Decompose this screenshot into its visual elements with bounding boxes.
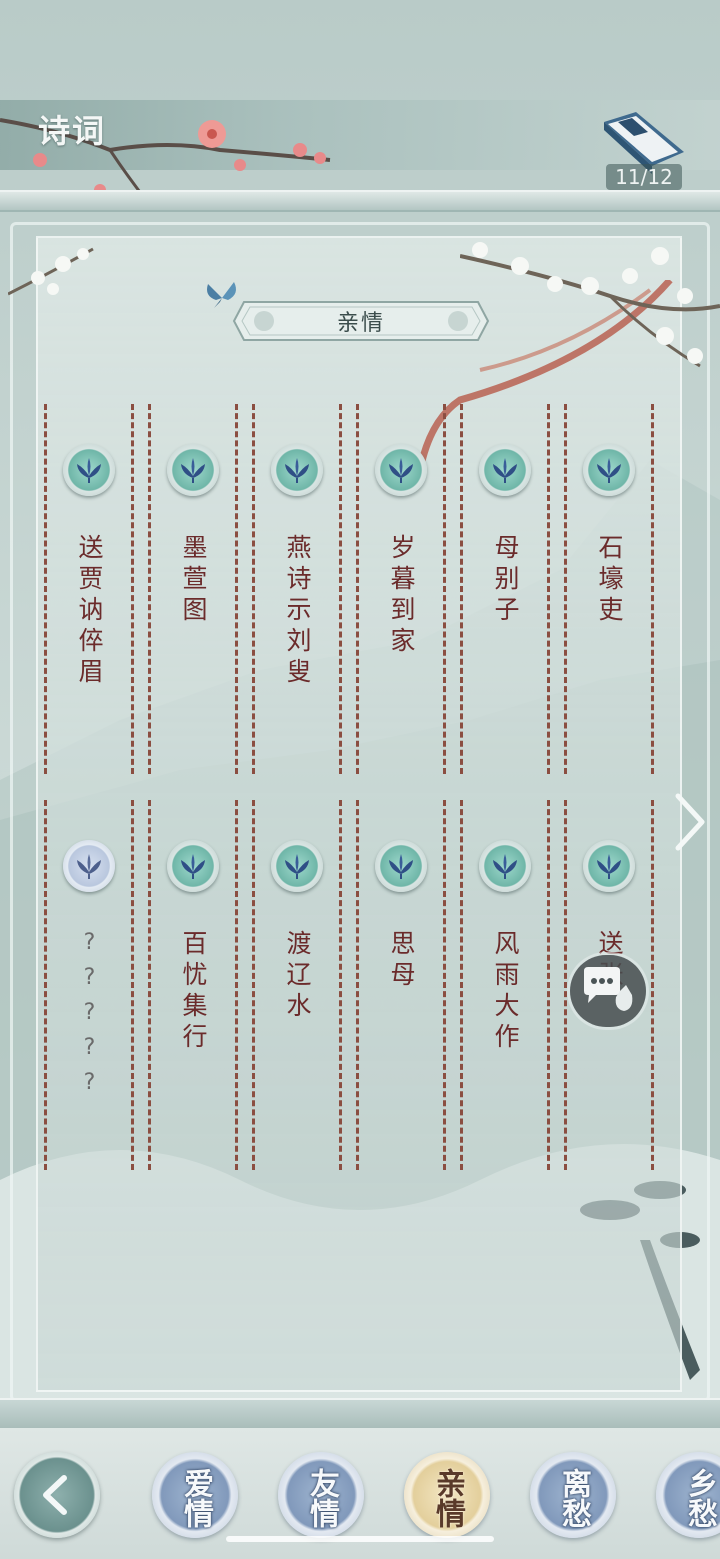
poem-card[interactable]: 送贾讷倅眉 — [44, 404, 134, 774]
lotus-bowl-icon — [583, 444, 635, 496]
lotus-bowl-icon — [271, 840, 323, 892]
poem-card[interactable]: 风雨大作 — [460, 800, 550, 1170]
poem-card[interactable]: 墨萱图 — [148, 404, 238, 774]
tab-lichou[interactable]: 离愁 — [530, 1452, 616, 1538]
plum-blossom-branch-left — [8, 247, 94, 296]
poem-card[interactable]: 岁暮到家 — [356, 404, 446, 774]
top-rail — [0, 190, 720, 212]
category-label: 亲情 — [336, 311, 385, 336]
tab-label: 离愁 — [556, 1468, 591, 1528]
chevron-right-icon[interactable] — [672, 790, 708, 854]
poem-title: 送贾讷倅眉 — [75, 534, 104, 689]
back-arrow-icon — [43, 1475, 67, 1515]
poem-title: 石壕吏 — [595, 534, 624, 627]
lotus-bowl-icon — [479, 444, 531, 496]
poem-title: 渡辽水 — [283, 930, 312, 1023]
tab-label: 亲情 — [430, 1468, 465, 1528]
plum-blossom-branch-right — [460, 242, 720, 368]
back-button[interactable] — [14, 1452, 100, 1538]
poem-card[interactable]: 百忧集行 — [148, 800, 238, 1170]
tab-label: 爱情 — [178, 1468, 213, 1528]
tab-aiqing[interactable]: 爱情 — [152, 1452, 238, 1538]
bottom-rail — [0, 1398, 720, 1428]
poem-title: 墨萱图 — [179, 534, 208, 627]
home-indicator[interactable] — [226, 1536, 494, 1542]
lotus-bowl-icon — [375, 444, 427, 496]
poem-card-locked[interactable]: ????? — [44, 800, 134, 1170]
poem-card[interactable]: 渡辽水 — [252, 800, 342, 1170]
tab-qinqing[interactable]: 亲情 — [404, 1452, 490, 1538]
poem-title-locked: ????? — [77, 930, 102, 1105]
poem-card[interactable]: 燕诗示刘叟 — [252, 404, 342, 774]
lotus-bowl-locked-icon — [63, 840, 115, 892]
chat-bubble-icon — [584, 967, 633, 1011]
poem-title: 母别子 — [491, 534, 520, 627]
poem-card[interactable]: 思母 — [356, 800, 446, 1170]
poem-title: 思母 — [387, 930, 416, 992]
lotus-bowl-icon — [63, 444, 115, 496]
category-plaque: 亲情 — [230, 298, 492, 344]
poem-title: 燕诗示刘叟 — [283, 534, 312, 689]
poem-card[interactable]: 母别子 — [460, 404, 550, 774]
poem-title: 岁暮到家 — [387, 534, 416, 658]
page-counter: 11/12 — [606, 164, 682, 190]
poem-title: 风雨大作 — [491, 930, 520, 1054]
tab-xiangchou[interactable]: 乡愁 — [656, 1452, 720, 1538]
tab-label: 乡愁 — [682, 1468, 717, 1528]
tab-label: 友情 — [304, 1468, 339, 1528]
poem-card[interactable]: 石壕吏 — [564, 404, 654, 774]
page-title: 诗词 — [38, 112, 107, 150]
lotus-bowl-icon — [167, 444, 219, 496]
tab-youqing[interactable]: 友情 — [278, 1452, 364, 1538]
chat-button[interactable] — [570, 955, 646, 1027]
lotus-bowl-icon — [167, 840, 219, 892]
lotus-bowl-icon — [271, 444, 323, 496]
lotus-bowl-icon — [479, 840, 531, 892]
poem-title: 百忧集行 — [179, 930, 208, 1054]
lotus-bowl-icon — [583, 840, 635, 892]
lotus-bowl-icon — [375, 840, 427, 892]
